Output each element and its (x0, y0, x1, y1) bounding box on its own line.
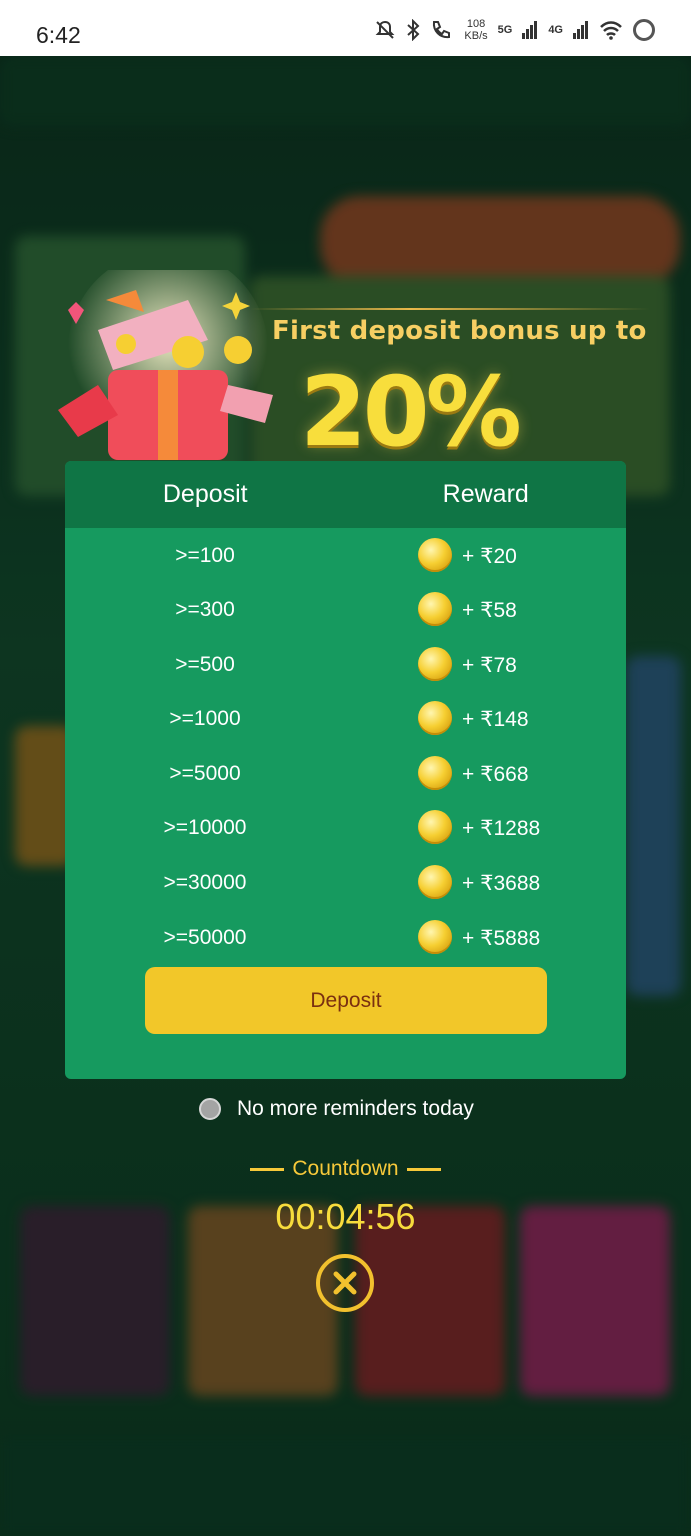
no-reminders-toggle[interactable]: No more reminders today (199, 1097, 474, 1121)
coin-icon (418, 920, 452, 954)
coin-icon (418, 592, 452, 626)
deposit-threshold: >=30000 (163, 871, 247, 894)
gift-box-icon (58, 270, 273, 460)
first-deposit-promo-modal: First deposit bonus up to 20% Deposit Re… (0, 0, 691, 1536)
coin-icon (418, 756, 452, 790)
table-row: >=5000 + ₹668 (65, 754, 626, 794)
reward-amount: + ₹78 (462, 654, 517, 677)
countdown-dash-left (250, 1167, 285, 1171)
countdown-dash-right (406, 1167, 441, 1171)
table-row: >=50000 + ₹5888 (65, 918, 626, 958)
reward-amount: + ₹1288 (462, 817, 541, 840)
reward-table-card: Deposit Reward >=100 + ₹20 >=300 + ₹58 >… (65, 461, 626, 1079)
countdown-timer: 00:04:56 (275, 1196, 416, 1237)
reward-amount: + ₹20 (462, 545, 517, 568)
close-button[interactable] (316, 1254, 374, 1312)
deposit-threshold: >=500 (175, 653, 235, 676)
deposit-threshold: >=10000 (163, 816, 247, 839)
deposit-threshold: >=300 (175, 598, 235, 621)
table-row: >=10000 + ₹1288 (65, 808, 626, 848)
deposit-threshold: >=1000 (169, 707, 241, 730)
promo-headline: First deposit bonus up to (272, 316, 647, 346)
close-icon (333, 1271, 357, 1295)
coin-icon (418, 865, 452, 899)
table-row: >=30000 + ₹3688 (65, 863, 626, 903)
coin-icon (418, 538, 452, 572)
coin-icon (418, 647, 452, 681)
reward-amount: + ₹58 (462, 599, 517, 622)
coin-icon (418, 701, 452, 735)
countdown-title: Countdown (0, 1157, 691, 1181)
reward-table-header: Deposit Reward (65, 461, 626, 528)
table-row: >=1000 + ₹148 (65, 699, 626, 739)
deposit-button[interactable]: Deposit (145, 967, 547, 1034)
reminder-label: No more reminders today (237, 1097, 474, 1120)
countdown-label: Countdown (292, 1157, 399, 1180)
headline-divider (250, 308, 650, 310)
reward-amount: + ₹668 (462, 763, 529, 786)
column-header-reward: Reward (442, 480, 529, 508)
table-row: >=300 + ₹58 (65, 590, 626, 630)
reminder-radio[interactable] (199, 1098, 221, 1120)
deposit-threshold: >=100 (175, 544, 235, 567)
promo-percent: 20% (300, 356, 522, 468)
coin-icon (418, 810, 452, 844)
reward-amount: + ₹148 (462, 708, 529, 731)
deposit-threshold: >=50000 (163, 926, 247, 949)
reward-amount: + ₹5888 (462, 927, 541, 950)
reward-amount: + ₹3688 (462, 872, 541, 895)
table-row: >=100 + ₹20 (65, 536, 626, 576)
table-row: >=500 + ₹78 (65, 645, 626, 685)
deposit-threshold: >=5000 (169, 762, 241, 785)
column-header-deposit: Deposit (162, 480, 248, 508)
